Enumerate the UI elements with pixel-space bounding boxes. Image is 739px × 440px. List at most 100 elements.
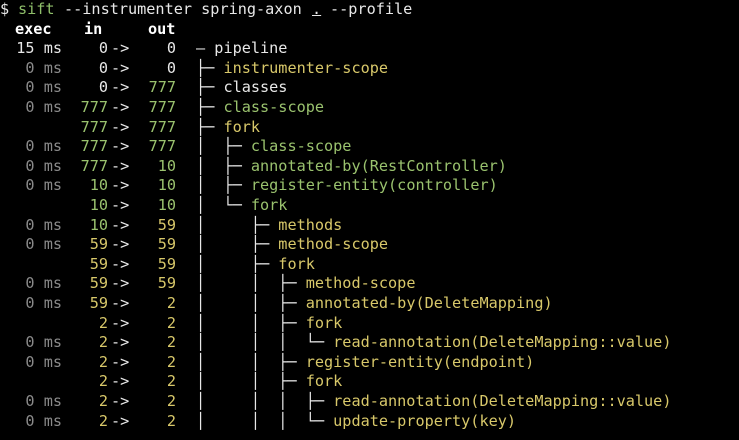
tree-node: │ │ ├─ register-entity(endpoint) [196, 353, 534, 373]
in-count: 0 [98, 78, 108, 97]
arrow: -> [111, 274, 130, 293]
arrow: -> [111, 98, 130, 116]
column-headers: exec in out [0, 20, 739, 40]
profile-row: 0 ms 777 -> 777 │ ├─ class-scope [0, 137, 739, 157]
profile-row: 59 -> 59 │ ├─ fork [0, 255, 739, 275]
step-label: instrumenter-scope [223, 58, 389, 77]
arrow: -> [111, 313, 130, 332]
exec-time: 0 ms [25, 215, 62, 234]
tree-node: │ ├─ register-entity(controller) [196, 176, 498, 196]
command-path: . [312, 0, 322, 18]
out-count: 2 [166, 411, 176, 430]
header-out: out [148, 19, 176, 38]
arrow: -> [111, 39, 130, 58]
in-count: 2 [98, 313, 108, 332]
step-label: method-scope [305, 274, 416, 293]
profile-row: 0 ms 2 -> 2 │ │ ├─ register-entity(endpoint) [0, 353, 739, 373]
exec-time: 0 ms [25, 235, 62, 254]
profile-row: 10 -> 10 │ └─ fork [0, 196, 739, 216]
exec-time: 0 ms [25, 411, 62, 430]
profile-row: 15 ms 0 -> 0— pipeline [0, 39, 739, 59]
profile-row: 0 ms 0 -> 0 ├─ instrumenter-scope [0, 59, 739, 79]
step-label: register-entity(controller) [250, 176, 498, 195]
exec-time: 0 ms [25, 176, 62, 195]
tree-branch: ├─ [196, 58, 224, 77]
tree-branch: │ │ ├─ [196, 352, 306, 371]
exec-time: 0 ms [25, 156, 62, 175]
step-label: methods [278, 215, 343, 234]
step-label: pipeline [214, 39, 288, 58]
tree-branch: ├─ [196, 78, 224, 97]
profile-row: 0 ms 777 -> 10 │ ├─ annotated-by(RestControl… [0, 157, 739, 177]
command-args: --instrumenter spring-axon [64, 0, 302, 18]
tree-node: │ │ ├─ annotated-by(DeleteMapping) [196, 294, 553, 314]
out-count: 59 [157, 254, 176, 273]
profile-row: 0 ms 0 -> 777 ├─ classes [0, 78, 739, 98]
exec-time: 0 ms [25, 392, 62, 410]
tree-node: ├─ fork [196, 118, 260, 138]
out-count: 59 [157, 235, 176, 254]
tree-node: │ │ ├─ fork [196, 314, 342, 334]
in-count: 10 [89, 176, 108, 195]
step-label: fork [305, 372, 343, 391]
command-name: sift [18, 0, 55, 18]
arrow: -> [111, 235, 130, 254]
tree-branch: │ │ │ └─ [196, 333, 334, 352]
out-count: 59 [157, 215, 176, 234]
step-label: update-property(key) [333, 411, 517, 430]
exec-time: 0 ms [25, 78, 62, 97]
profile-row: 777 -> 777 ├─ fork [0, 118, 739, 138]
tree-node: │ ├─ method-scope [196, 235, 388, 255]
step-label: annotated-by(DeleteMapping) [305, 294, 553, 312]
profile-row: 0 ms 777 -> 777 ├─ class-scope [0, 98, 739, 118]
tree-branch: ├─ [196, 117, 224, 136]
step-label: classes [223, 78, 288, 97]
profile-row: 0 ms 59 -> 59 │ ├─ method-scope [0, 235, 739, 255]
terminal-window: $ sift --instrumenter spring-axon . --pr… [0, 0, 739, 440]
tree-branch: │ │ ├─ [196, 274, 306, 293]
profile-row: 0 ms 59 -> 2 │ │ ├─ annotated-by(DeleteMappi… [0, 294, 739, 314]
in-count: 777 [80, 156, 108, 175]
step-label: method-scope [278, 235, 389, 254]
arrow: -> [111, 411, 130, 430]
arrow: -> [111, 58, 130, 77]
arrow: -> [111, 78, 130, 97]
tree-node: │ ├─ class-scope [196, 137, 351, 157]
profile-row: 0 ms 2 -> 2 │ │ │ ├─ read-annotation(DeleteM… [0, 392, 739, 412]
step-label: read-annotation(DeleteMapping::value) [333, 392, 672, 410]
step-label: annotated-by(RestController) [250, 156, 507, 175]
out-count: 777 [148, 117, 176, 136]
step-label: class-scope [250, 137, 352, 156]
out-count: 0 [166, 39, 176, 58]
arrow: -> [111, 392, 130, 410]
header-in: in [84, 19, 103, 38]
exec-time: 0 ms [25, 58, 62, 77]
arrow: -> [111, 137, 130, 156]
profile-row: 0 ms 10 -> 59 │ ├─ methods [0, 216, 739, 236]
tree-branch: │ │ │ ├─ [196, 392, 334, 410]
tree-branch: │ │ ├─ [196, 372, 306, 391]
prompt-symbol: $ [0, 0, 10, 18]
out-count: 10 [157, 156, 176, 175]
in-count: 59 [89, 235, 108, 254]
in-count: 777 [80, 117, 108, 136]
out-count: 10 [157, 196, 176, 214]
step-label: class-scope [223, 98, 325, 116]
in-count: 10 [89, 215, 108, 234]
out-count: 10 [157, 176, 176, 195]
arrow: -> [111, 215, 130, 234]
arrow: -> [111, 254, 130, 273]
out-count: 777 [148, 98, 176, 116]
tree-branch: │ ├─ [196, 176, 251, 195]
out-count: 2 [166, 352, 176, 371]
exec-time: 15 ms [16, 39, 62, 58]
tree-node: │ ├─ methods [196, 216, 342, 236]
tree-branch: │ ├─ [196, 215, 279, 234]
in-count: 59 [89, 294, 108, 312]
tree-node: │ │ │ └─ read-annotation(DeleteMapping::… [196, 333, 671, 353]
arrow: -> [111, 196, 130, 214]
in-count: 777 [80, 137, 108, 156]
exec-time: 0 ms [25, 274, 62, 293]
out-count: 2 [166, 333, 176, 352]
tree-branch: │ ├─ [196, 137, 251, 156]
